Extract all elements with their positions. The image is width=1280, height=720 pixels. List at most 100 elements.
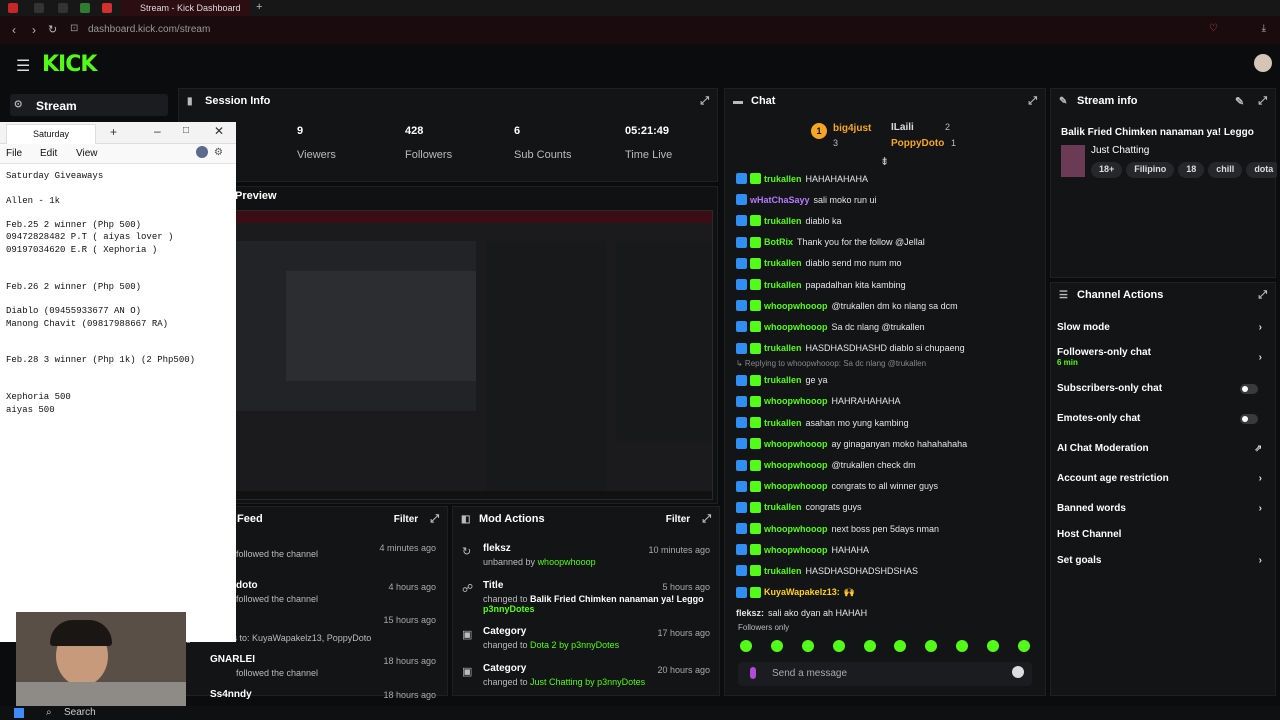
chat-username[interactable]: fleksz:	[736, 608, 764, 618]
chat-input[interactable]: Send a message	[738, 662, 1032, 686]
emotes-only-toggle[interactable]	[1240, 414, 1258, 424]
chat-username[interactable]: whoopwhooop	[764, 396, 827, 406]
tab-icon[interactable]	[102, 3, 112, 13]
emote-icon[interactable]	[894, 640, 907, 652]
panel-title: Channel Actions	[1077, 289, 1164, 301]
filter-button[interactable]: Filter	[666, 514, 690, 525]
chat-username[interactable]: trukallen	[764, 343, 802, 353]
sidebar-item-stream[interactable]: ⊙ Stream	[10, 94, 168, 116]
chat-username[interactable]: trukallen	[764, 174, 802, 184]
chat-username[interactable]: whoopwhooop	[764, 322, 827, 332]
chat-username[interactable]: whoopwhooop	[764, 481, 827, 491]
popout-icon[interactable]: ⤢	[1258, 289, 1267, 302]
account-icon[interactable]	[196, 146, 208, 158]
chat-username[interactable]: wHatChaSayy	[750, 195, 810, 205]
start-icon[interactable]	[14, 708, 24, 718]
chat-username[interactable]: KuyaWapakelz13:	[764, 587, 840, 597]
mod-item-user[interactable]: p3nnyDotes	[483, 604, 714, 614]
stream-preview-video[interactable]	[235, 210, 713, 500]
menu-view[interactable]: View	[76, 148, 98, 159]
mod-item-value[interactable]: Just Chatting by p3nnyDotes	[530, 677, 645, 687]
emote-icon[interactable]	[770, 640, 783, 652]
filter-button[interactable]: Filter	[394, 514, 418, 525]
chat-username[interactable]: whoopwhooop	[764, 545, 827, 555]
popout-icon[interactable]: ⤢	[1258, 95, 1267, 108]
set-goals-item[interactable]: Set goals ›	[1057, 555, 1262, 566]
edit-icon[interactable]: ✎	[1235, 95, 1244, 108]
mic-icon[interactable]	[750, 667, 756, 679]
emote-icon[interactable]	[801, 640, 814, 652]
emote-icon[interactable]	[740, 640, 752, 652]
collapse-icon[interactable]: ⇟	[880, 155, 889, 168]
chat-username[interactable]: whoopwhooop	[764, 524, 827, 534]
popout-icon[interactable]: ⤢	[700, 95, 709, 108]
host-channel-item[interactable]: Host Channel	[1057, 529, 1262, 540]
chat-username[interactable]: whoopwhooop	[764, 460, 827, 470]
banned-words-item[interactable]: Banned words ›	[1057, 503, 1262, 514]
slow-mode-item[interactable]: Slow mode ›	[1057, 322, 1262, 333]
url-field[interactable]: dashboard.kick.com/stream	[88, 24, 210, 35]
chat-username[interactable]: trukallen	[764, 375, 802, 385]
gifter-name[interactable]: PoppyDoto	[891, 138, 944, 149]
chat-username[interactable]: trukallen	[764, 258, 802, 268]
popout-icon[interactable]: ⤢	[430, 513, 439, 526]
chat-username[interactable]: trukallen	[764, 216, 802, 226]
gifter-name[interactable]: ILaili	[891, 122, 914, 133]
chat-username[interactable]: whoopwhooop	[764, 301, 827, 311]
chat-username[interactable]: trukallen	[764, 280, 802, 290]
search-icon[interactable]: ⌕	[46, 707, 52, 718]
browser-tab-bar: Stream - Kick Dashboard +	[0, 0, 1280, 16]
tag[interactable]: Filipino	[1126, 162, 1175, 178]
chat-username[interactable]: trukallen	[764, 418, 802, 428]
chat-username[interactable]: trukallen	[764, 502, 802, 512]
emote-icon[interactable]	[956, 640, 969, 652]
top-gifter-name[interactable]: big4just	[833, 123, 871, 134]
tag[interactable]: 18	[1178, 162, 1205, 178]
tab-icon[interactable]	[80, 3, 90, 13]
maximize-icon[interactable]: □	[183, 125, 189, 136]
emote-icon[interactable]	[863, 640, 876, 652]
subscribers-only-toggle[interactable]	[1240, 384, 1258, 394]
close-icon[interactable]: ✕	[214, 124, 224, 138]
emoji-icon[interactable]	[1012, 666, 1024, 678]
category-name[interactable]: Just Chatting	[1091, 145, 1149, 156]
account-age-item[interactable]: Account age restriction ›	[1057, 473, 1262, 484]
popout-icon[interactable]: ⤢	[702, 513, 711, 526]
new-tab-icon[interactable]: +	[110, 125, 117, 139]
minimize-icon[interactable]: –	[154, 124, 161, 138]
followers-only-item[interactable]: Followers-only chat 6 min ›	[1057, 347, 1262, 367]
tag[interactable]: dota	[1246, 162, 1277, 178]
emote-icon[interactable]	[832, 640, 845, 652]
tab-icon[interactable]	[34, 3, 44, 13]
emote-icon[interactable]	[925, 640, 938, 652]
reload-icon[interactable]: ↻	[48, 23, 57, 36]
tab-icon[interactable]	[58, 3, 68, 13]
emote-icon[interactable]	[1017, 640, 1030, 652]
user-avatar[interactable]	[1254, 54, 1272, 72]
chat-username[interactable]: trukallen	[764, 566, 802, 576]
ai-moderation-item[interactable]: AI Chat Moderation ⇗	[1057, 443, 1262, 454]
popout-icon[interactable]: ⤢	[1028, 95, 1037, 108]
heart-icon[interactable]: ♡	[1209, 23, 1218, 34]
mod-item-user[interactable]: whoopwhooop	[538, 557, 596, 567]
active-tab[interactable]: Stream - Kick Dashboard	[120, 0, 250, 16]
chat-text: @trukallen dm ko nlang sa dcm	[831, 300, 958, 311]
notepad-text-area[interactable]: Saturday Giveaways Allen - 1k Feb.25 2 w…	[0, 164, 236, 422]
menu-file[interactable]: File	[6, 148, 22, 159]
mod-item-value[interactable]: Dota 2 by p3nnyDotes	[530, 640, 619, 650]
back-icon[interactable]: ‹	[12, 23, 16, 37]
menu-edit[interactable]: Edit	[40, 148, 57, 159]
tag[interactable]: 18+	[1091, 162, 1123, 178]
kick-logo[interactable]: KICK	[42, 52, 97, 77]
emote-icon[interactable]	[987, 640, 999, 652]
hamburger-menu-icon[interactable]: ☰	[16, 56, 30, 76]
new-tab-icon[interactable]: +	[256, 1, 262, 13]
chat-username[interactable]: BotRix	[764, 237, 793, 247]
forward-icon[interactable]: ›	[32, 23, 36, 37]
download-icon[interactable]: ⤓	[1262, 23, 1266, 34]
notepad-tab[interactable]: Saturday	[6, 124, 96, 144]
taskbar-search-label[interactable]: Search	[64, 707, 96, 718]
tag[interactable]: chill	[1208, 162, 1243, 178]
gear-icon[interactable]: ⚙	[214, 147, 223, 158]
chat-username[interactable]: whoopwhooop	[764, 439, 827, 449]
